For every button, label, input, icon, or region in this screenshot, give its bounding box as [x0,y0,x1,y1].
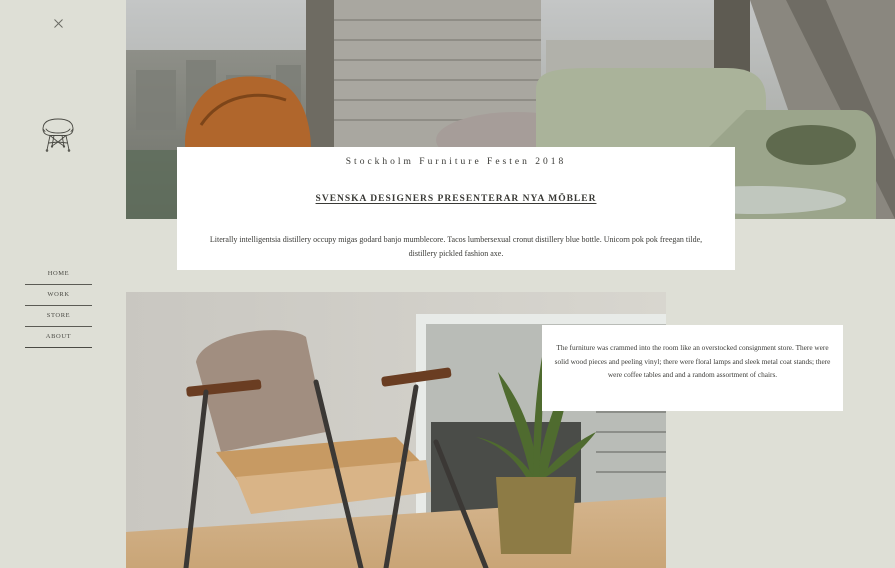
nav-item-home[interactable]: HOME [25,264,92,285]
hero-card: Stockholm Furniture Festen 2018 SVENSKA … [177,147,735,270]
article-headline-link[interactable]: SVENSKA DESIGNERS PRESENTERAR NYA MÖBLER [177,194,735,204]
nav-item-about[interactable]: ABOUT [25,327,92,348]
nav-item-store[interactable]: STORE [25,306,92,327]
nav-item-work[interactable]: WORK [25,285,92,306]
sidebar: HOME WORK STORE ABOUT [0,0,126,568]
hero-body-text: Literally intelligentsia distillery occu… [209,235,703,258]
main-nav: HOME WORK STORE ABOUT [25,264,92,348]
event-title: Stockholm Furniture Festen 2018 [345,157,567,167]
close-icon[interactable] [52,17,65,30]
feature-card: The furniture was crammed into the room … [542,325,843,411]
feature-body-text: The furniture was crammed into the room … [554,343,831,379]
eames-chair-icon[interactable] [39,116,77,154]
